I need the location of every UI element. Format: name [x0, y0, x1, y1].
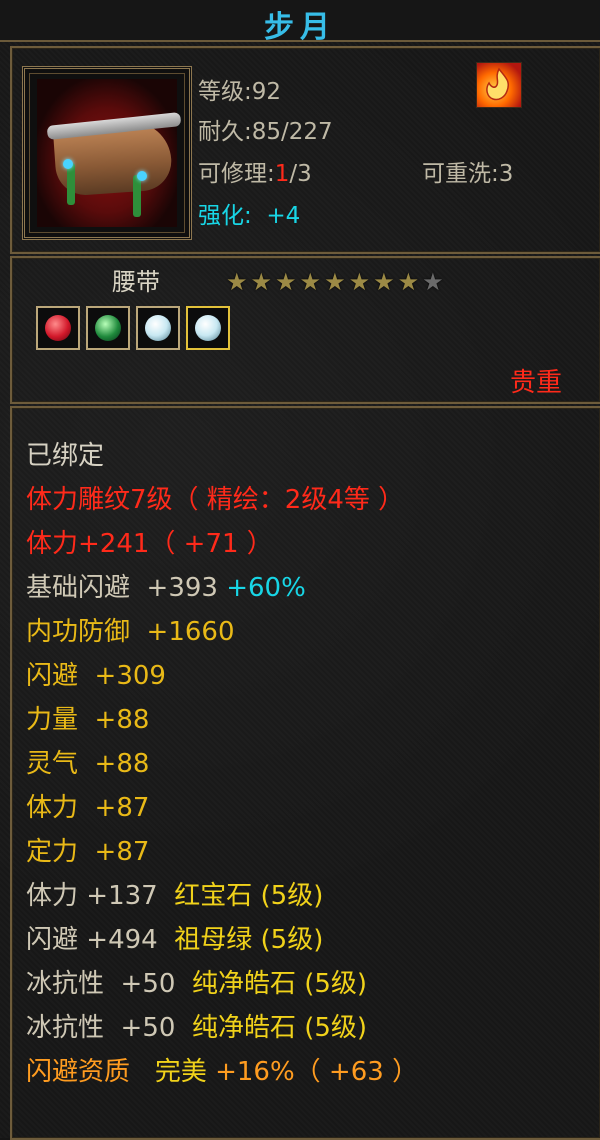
title-bar: 步月 — [0, 0, 600, 45]
diamond-gem-icon — [145, 315, 171, 341]
attr-value: +393 — [146, 573, 218, 603]
star-rating: ★ ★ ★ ★ ★ ★ ★ ★ ★ — [226, 268, 444, 296]
attr-label: 冰抗性 — [26, 969, 105, 999]
repair-current: 1 — [274, 161, 290, 187]
attr-label: 闪避 — [26, 925, 79, 955]
gem-dodge-line: 闪避 +494 祖母绿 (5级) — [26, 922, 418, 966]
gem-level: (5级) — [260, 881, 324, 911]
gem-socket — [36, 306, 80, 350]
gem-level: (5级) — [304, 1013, 368, 1043]
gem-name: 祖母绿 — [174, 925, 253, 955]
dodge-line: 闪避 +309 — [26, 658, 418, 702]
star-empty-icon: ★ — [422, 268, 444, 296]
enhance-value: +4 — [266, 203, 301, 229]
enhance-text: 强化: +4 — [198, 196, 300, 230]
attr-label: 灵气 — [26, 749, 79, 779]
inner-def-line: 内功防御 +1660 — [26, 614, 418, 658]
ruby-gem-icon — [45, 315, 71, 341]
emerald-gem-icon — [95, 315, 121, 341]
attr-value: +1660 — [146, 617, 235, 647]
gem-level: (5级) — [260, 925, 324, 955]
attr-value: +87 — [94, 793, 150, 823]
attr-value: +137 — [86, 881, 158, 911]
attr-value: +50 — [120, 1013, 176, 1043]
rarity-label: 贵重 — [510, 368, 563, 398]
diamond-gem-icon — [195, 315, 221, 341]
stamina-main-line: 体力+241（ +71 ） — [26, 529, 273, 559]
level-text: 等级:92 — [198, 79, 282, 105]
repair-text: 可修理:1/3 — [198, 154, 312, 188]
quality-label: 闪避资质 — [26, 1057, 131, 1087]
star-filled-icon: ★ — [226, 268, 248, 296]
attr-label: 基础闪避 — [26, 573, 131, 603]
star-filled-icon: ★ — [275, 268, 297, 296]
star-filled-icon: ★ — [373, 268, 395, 296]
attr-label: 体力 — [26, 881, 79, 911]
stamina-line: 体力 +87 — [26, 790, 418, 834]
attr-label: 体力 — [26, 793, 79, 823]
gem-sockets — [36, 306, 230, 350]
engrave-line: 体力雕纹7级（ 精绘：2级4等 ） — [26, 485, 405, 515]
attr-value: +88 — [94, 749, 150, 779]
star-filled-icon: ★ — [299, 268, 322, 296]
attribute-list: 已绑定 体力雕纹7级（ 精绘：2级4等 ） 体力+241（ +71 ） 基础闪避… — [26, 438, 418, 1098]
focus-line: 定力 +87 — [26, 834, 418, 878]
item-icon-frame — [22, 66, 192, 240]
gem-name: 纯净皓石 — [191, 1013, 296, 1043]
bound-status: 已绑定 — [26, 441, 105, 471]
attr-value: +88 — [94, 705, 150, 735]
fire-attribute-icon — [476, 62, 522, 108]
belt-icon — [37, 79, 182, 227]
repair-label: 可修理: — [198, 161, 275, 187]
attr-value: +87 — [94, 837, 150, 867]
enhance-label: 强化: — [198, 203, 252, 229]
star-filled-icon: ★ — [324, 268, 346, 296]
quality-value: +16%（ +63 ） — [215, 1057, 419, 1087]
attr-label: 冰抗性 — [26, 1013, 105, 1043]
star-filled-icon: ★ — [348, 268, 371, 296]
attr-value: +309 — [94, 661, 166, 691]
rewash-text: 可重洗:3 — [422, 161, 514, 187]
attr-label: 闪避 — [26, 661, 79, 691]
gem-socket — [136, 306, 180, 350]
gem-socket — [186, 306, 230, 350]
attr-label: 力量 — [26, 705, 79, 735]
quality-line: 闪避资质 完美 +16%（ +63 ） — [26, 1054, 418, 1098]
gem-name: 纯净皓石 — [191, 969, 296, 999]
attr-value: +494 — [86, 925, 158, 955]
spirit-line: 灵气 +88 — [26, 746, 418, 790]
item-name: 步月 — [264, 10, 336, 45]
attr-bonus: +60% — [226, 573, 306, 603]
dodge-base-line: 基础闪避 +393 +60% — [26, 570, 418, 614]
gem-ice2-line: 冰抗性 +50 纯净皓石 (5级) — [26, 1010, 418, 1054]
quality-grade: 完美 — [154, 1057, 207, 1087]
gem-ice1-line: 冰抗性 +50 纯净皓石 (5级) — [26, 966, 418, 1010]
gem-stamina-line: 体力 +137 红宝石 (5级) — [26, 878, 418, 922]
durability-text: 耐久:85/227 — [198, 119, 333, 145]
attr-value: +50 — [120, 969, 176, 999]
gem-level: (5级) — [304, 969, 368, 999]
star-filled-icon: ★ — [397, 268, 420, 296]
star-filled-icon: ★ — [250, 268, 273, 296]
attr-label: 内功防御 — [26, 617, 131, 647]
item-type-label: 腰带 — [112, 268, 160, 296]
gem-name: 红宝石 — [174, 881, 253, 911]
repair-max: /3 — [289, 161, 312, 187]
gem-socket — [86, 306, 130, 350]
strength-line: 力量 +88 — [26, 702, 418, 746]
attr-label: 定力 — [26, 837, 79, 867]
